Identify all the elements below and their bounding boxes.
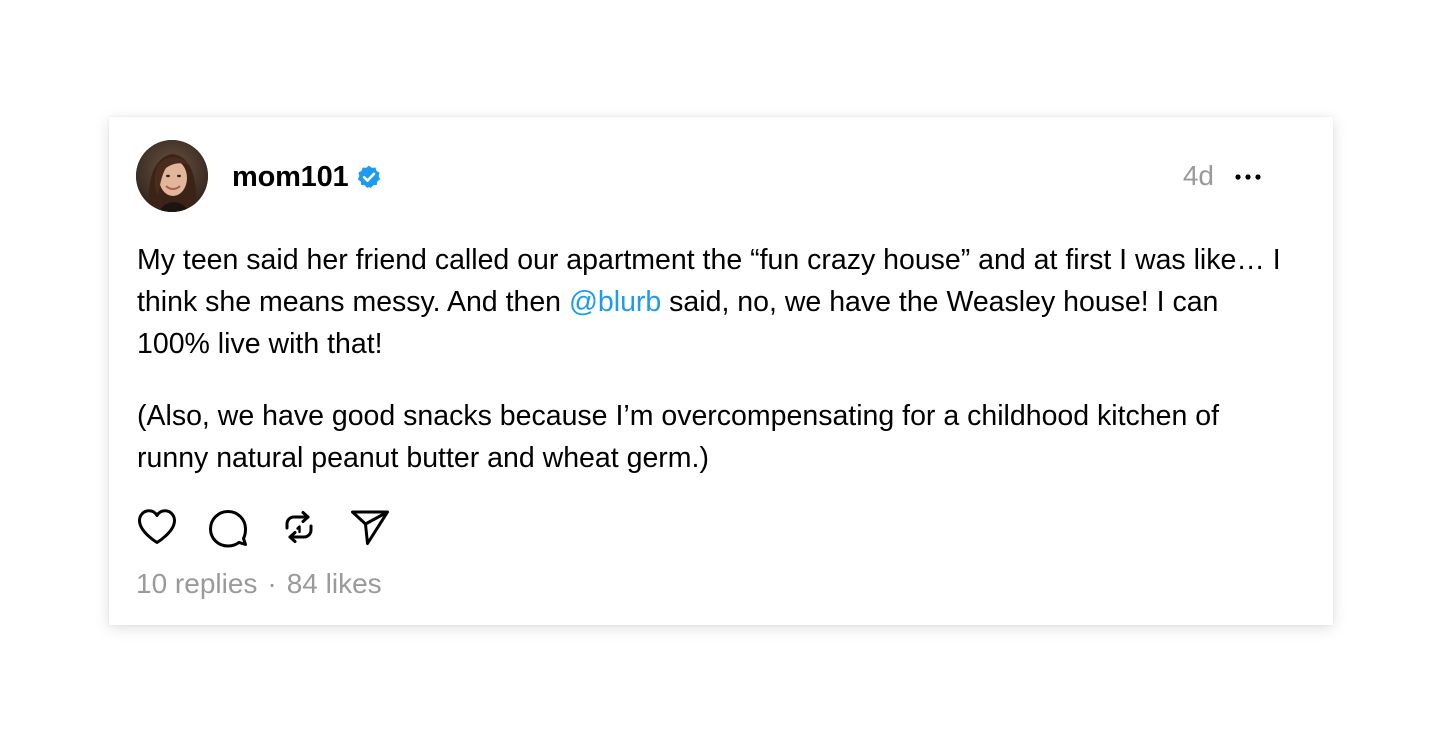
post-paragraph-2: (Also, we have good snacks because I’m o… — [137, 400, 1220, 474]
post-header: mom101 — [232, 159, 382, 195]
comment-icon — [209, 510, 247, 548]
stats-separator: · — [267, 568, 277, 599]
reply-button[interactable] — [206, 505, 250, 549]
send-icon — [351, 510, 389, 545]
mention-link[interactable]: @blurb — [569, 286, 661, 318]
likes-count[interactable]: 84 likes — [287, 568, 382, 599]
action-bar — [135, 505, 419, 549]
post-stats: 10 replies · 84 likes — [136, 568, 382, 600]
like-button[interactable] — [135, 505, 179, 549]
avatar[interactable] — [136, 140, 208, 212]
repost-icon — [285, 511, 313, 543]
post-card: mom101 4d My teen said her friend called… — [109, 117, 1333, 625]
repost-button[interactable] — [277, 505, 321, 549]
heart-icon — [138, 509, 176, 544]
post-timestamp[interactable]: 4d — [1183, 160, 1214, 192]
post-body: My teen said her friend called our apart… — [137, 239, 1297, 479]
verified-badge-icon — [356, 164, 382, 190]
username-link[interactable]: mom101 — [232, 161, 349, 194]
more-options-icon[interactable] — [1233, 167, 1263, 187]
replies-count[interactable]: 10 replies — [136, 568, 257, 599]
post-paragraph-1: My teen said her friend called our apart… — [137, 239, 1297, 365]
avatar-image — [136, 140, 208, 212]
share-button[interactable] — [348, 505, 392, 549]
